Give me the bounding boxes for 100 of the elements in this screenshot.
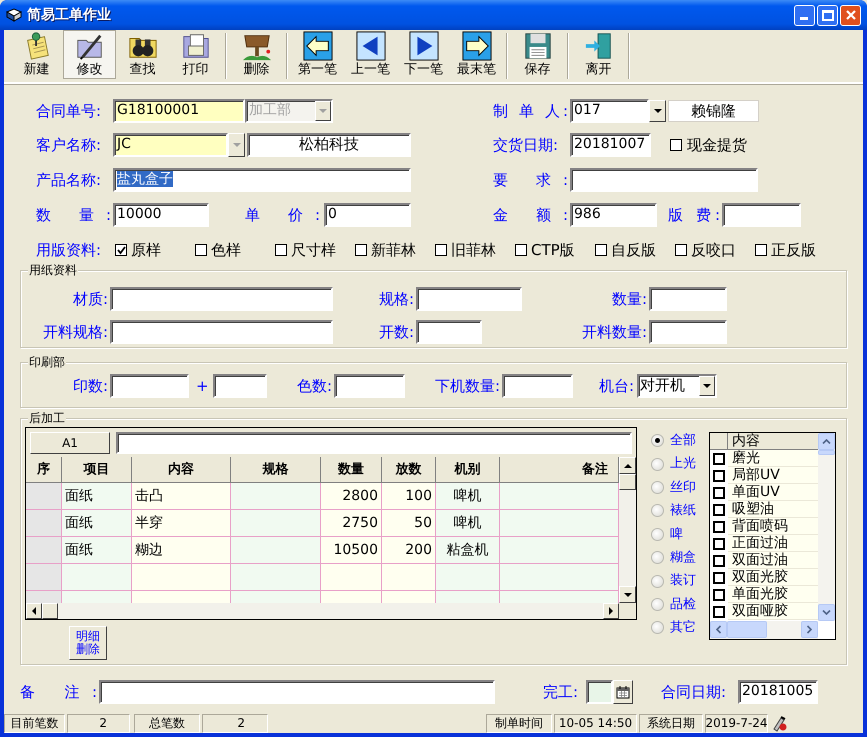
vertical-scrollbar[interactable] bbox=[619, 457, 636, 603]
checkbox[interactable] bbox=[755, 244, 767, 256]
toolbar-button[interactable]: 查找 bbox=[116, 30, 169, 79]
text-field[interactable]: 20181005 bbox=[738, 680, 818, 704]
checkbox[interactable] bbox=[435, 244, 447, 256]
dropdown-button[interactable] bbox=[228, 133, 245, 157]
radio-label[interactable]: 上光 bbox=[670, 454, 696, 474]
radio-label[interactable]: 啤 bbox=[670, 524, 683, 544]
text-field[interactable] bbox=[502, 374, 573, 398]
checkbox-label[interactable]: 原样 bbox=[131, 238, 161, 262]
list-item[interactable]: 正面过油 bbox=[728, 535, 818, 552]
column-header[interactable]: 内容 bbox=[728, 433, 818, 450]
checkbox[interactable] bbox=[713, 452, 725, 464]
checkbox-label[interactable]: 现金提货 bbox=[687, 134, 747, 156]
minimize-button[interactable] bbox=[794, 4, 815, 26]
toolbar-button[interactable]: 第一笔 bbox=[291, 30, 344, 79]
toolbar-button[interactable]: 下一笔 bbox=[397, 30, 450, 79]
list-item[interactable]: 双面哑胶 bbox=[728, 603, 818, 620]
radio-label[interactable]: 全部 bbox=[670, 430, 696, 450]
toolbar-button[interactable]: 删除 bbox=[230, 30, 283, 79]
text-field[interactable] bbox=[110, 320, 333, 344]
horizontal-scrollbar[interactable] bbox=[710, 621, 818, 639]
list-item[interactable]: 背面喷码 bbox=[728, 518, 818, 535]
checkbox-label[interactable]: 自反版 bbox=[611, 238, 656, 262]
radio-button[interactable] bbox=[651, 598, 664, 611]
checkbox[interactable] bbox=[670, 139, 682, 151]
calendar-button[interactable] bbox=[613, 680, 633, 704]
close-button[interactable] bbox=[840, 4, 861, 26]
checkbox[interactable] bbox=[355, 244, 367, 256]
text-field[interactable]: G18100001 bbox=[113, 99, 245, 123]
checkbox[interactable] bbox=[515, 244, 527, 256]
checkbox-label[interactable]: 新菲林 bbox=[371, 238, 416, 262]
checkbox[interactable] bbox=[115, 244, 127, 256]
radio-button[interactable] bbox=[651, 528, 664, 541]
column-header[interactable]: 项目 bbox=[62, 457, 132, 483]
text-field[interactable] bbox=[649, 320, 727, 344]
text-field[interactable]: 10000 bbox=[113, 203, 209, 227]
checkbox[interactable] bbox=[675, 244, 687, 256]
text-field[interactable] bbox=[213, 374, 267, 398]
text-field[interactable] bbox=[570, 168, 758, 192]
checkbox[interactable] bbox=[713, 588, 725, 600]
machine-dropdown[interactable]: 对开机 bbox=[637, 374, 717, 398]
checkbox-label[interactable]: CTP版 bbox=[531, 238, 575, 262]
list-item[interactable]: 单面UV bbox=[728, 484, 818, 501]
text-field[interactable]: 986 bbox=[570, 203, 657, 227]
date-field[interactable] bbox=[586, 680, 613, 704]
toolbar-button[interactable]: 上一笔 bbox=[344, 30, 397, 79]
column-header[interactable]: 规格 bbox=[231, 457, 321, 483]
toolbar-button[interactable]: 离开 bbox=[572, 30, 625, 79]
formula-field[interactable] bbox=[116, 432, 632, 454]
radio-button[interactable] bbox=[651, 574, 664, 588]
toolbar-button[interactable]: 保存 bbox=[511, 30, 564, 79]
list-item[interactable]: 单面光胶 bbox=[728, 586, 818, 603]
text-field[interactable] bbox=[110, 287, 333, 311]
checkbox[interactable] bbox=[713, 606, 725, 618]
radio-label[interactable]: 品检 bbox=[670, 594, 696, 614]
checkbox[interactable] bbox=[713, 554, 725, 566]
list-item[interactable]: 吸塑油 bbox=[728, 501, 818, 518]
radio-label[interactable]: 其它 bbox=[670, 618, 696, 638]
column-header[interactable]: 数量 bbox=[321, 457, 382, 483]
radio-label[interactable]: 丝印 bbox=[670, 478, 696, 498]
checkbox[interactable] bbox=[713, 470, 725, 482]
text-field[interactable] bbox=[334, 374, 405, 398]
checkbox[interactable] bbox=[713, 486, 725, 498]
maximize-button[interactable] bbox=[817, 4, 838, 26]
radio-button[interactable] bbox=[651, 621, 664, 634]
text-field[interactable]: 0 bbox=[324, 203, 411, 227]
text-field[interactable] bbox=[722, 203, 801, 227]
scroll-thumb[interactable] bbox=[818, 450, 835, 455]
delete-detail-button[interactable]: 明细删除 bbox=[69, 626, 107, 660]
list-item[interactable]: 双面过油 bbox=[728, 552, 818, 569]
checkbox[interactable] bbox=[713, 504, 725, 516]
dropdown-button[interactable] bbox=[649, 100, 666, 122]
scroll-thumb[interactable] bbox=[727, 621, 767, 638]
checkbox[interactable] bbox=[713, 538, 725, 550]
checkbox[interactable] bbox=[713, 572, 725, 584]
dropdown-button[interactable] bbox=[699, 376, 715, 396]
radio-label[interactable]: 裱纸 bbox=[670, 501, 696, 521]
radio-button[interactable] bbox=[651, 504, 664, 518]
radio-button[interactable] bbox=[651, 551, 664, 564]
toolbar-button[interactable]: 新建 bbox=[10, 30, 63, 79]
checkbox[interactable] bbox=[195, 244, 207, 256]
checkbox[interactable] bbox=[595, 244, 607, 256]
radio-button[interactable] bbox=[651, 458, 664, 471]
radio-button[interactable] bbox=[651, 480, 664, 494]
list-item[interactable]: 局部UV bbox=[728, 467, 818, 484]
column-header[interactable]: 备注 bbox=[500, 457, 619, 483]
checkbox[interactable] bbox=[713, 520, 725, 532]
checkbox-label[interactable]: 色样 bbox=[211, 238, 241, 262]
toolbar-button[interactable]: 打印 bbox=[169, 30, 222, 79]
text-field[interactable]: 017 bbox=[570, 99, 649, 123]
radio-label[interactable]: 糊盒 bbox=[670, 548, 696, 568]
text-field[interactable] bbox=[416, 320, 482, 344]
checkbox-label[interactable]: 尺寸样 bbox=[291, 238, 336, 262]
checkbox-label[interactable]: 正反版 bbox=[771, 238, 816, 262]
horizontal-scrollbar[interactable] bbox=[26, 603, 619, 619]
list-item[interactable]: 双面光胶 bbox=[728, 569, 818, 586]
text-field[interactable] bbox=[99, 680, 495, 704]
text-field[interactable] bbox=[416, 287, 522, 311]
radio-label[interactable]: 装订 bbox=[670, 571, 696, 591]
